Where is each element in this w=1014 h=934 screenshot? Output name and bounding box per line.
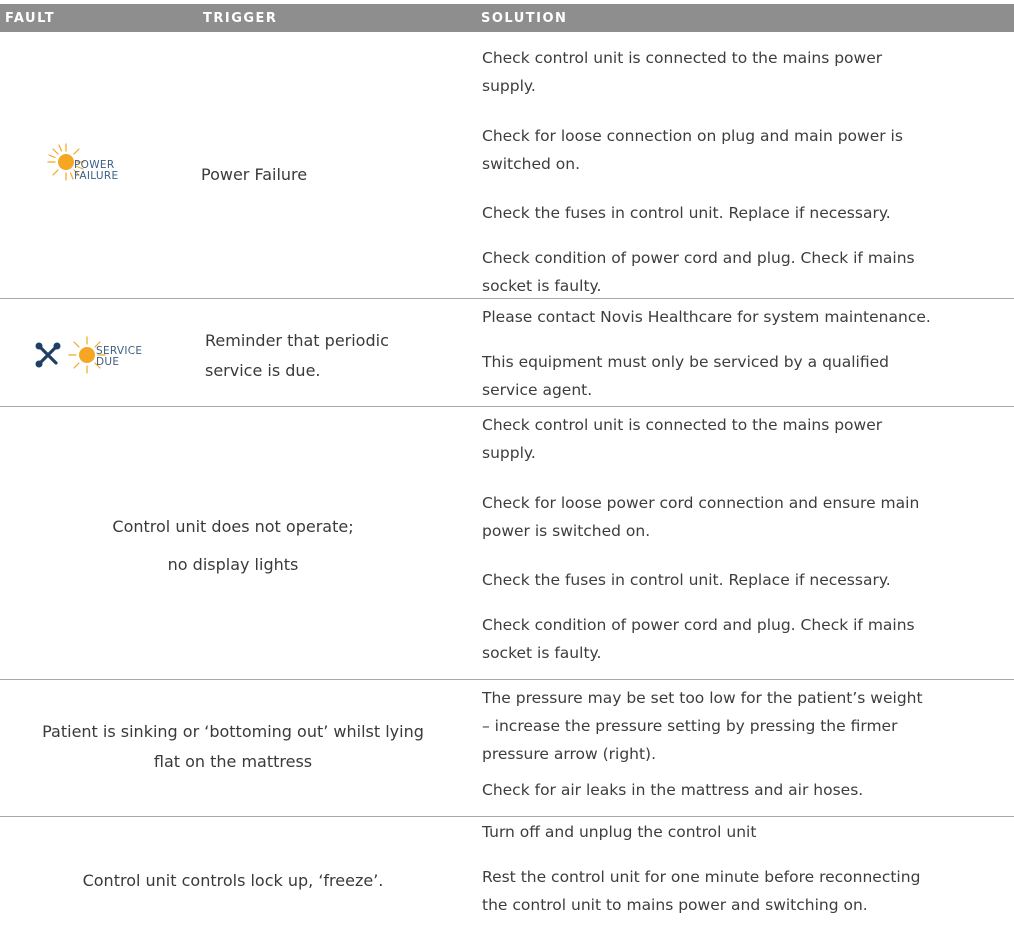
- solution-item: Check condition of power cord and plug. …: [482, 249, 915, 295]
- icon-label: POWER FAILURE: [74, 159, 119, 182]
- solution-item: Rest the control unit for one minute bef…: [482, 868, 921, 914]
- solution-item: The pressure may be set too low for the …: [482, 689, 923, 763]
- solution-item: Check the fuses in control unit. Replace…: [482, 571, 891, 589]
- solution-item: Please contact Novis Healthcare for syst…: [482, 308, 931, 326]
- trigger-text: Reminder that periodic service is due.: [205, 331, 389, 380]
- icon-label: SERVICE DUE: [96, 345, 143, 368]
- table-row: POWER FAILURE Power Failure Check contro…: [0, 32, 1014, 299]
- table-row: Patient is sinking or ‘bottoming out’ wh…: [0, 681, 1014, 817]
- solution-item: Check control unit is connected to the m…: [482, 49, 883, 95]
- solution-item: Check for loose connection on plug and m…: [482, 127, 903, 173]
- solution-item: Check for loose power cord connection an…: [482, 494, 920, 540]
- trigger-text: Power Failure: [201, 165, 308, 184]
- trigger-text: Patient is sinking or ‘bottoming out’ wh…: [42, 722, 424, 771]
- table-header: FAULT TRIGGER SOLUTION: [0, 4, 1014, 32]
- table-row: Control unit controls lock up, ‘freeze’.…: [0, 818, 1014, 934]
- solution-item: Check control unit is connected to the m…: [482, 416, 883, 462]
- solution-item: This equipment must only be serviced by …: [482, 353, 889, 399]
- solution-item: Check the fuses in control unit. Replace…: [482, 204, 891, 222]
- solution-item: Turn off and unplug the control unit: [482, 823, 757, 841]
- table-row: Control unit does not operate; no display…: [0, 408, 1014, 680]
- header-trigger: TRIGGER: [203, 11, 278, 26]
- trigger-text: Control unit does not operate; no display…: [112, 517, 354, 574]
- solution-item: Check condition of power cord and plug. …: [482, 616, 915, 662]
- header-fault: FAULT: [5, 11, 56, 26]
- wrench-screwdriver-icon: [35, 342, 61, 368]
- solution-item: Check for air leaks in the mattress and …: [482, 781, 864, 799]
- header-solution: SOLUTION: [481, 11, 568, 26]
- table-row: SERVICE DUE Reminder that periodic servic…: [0, 300, 1014, 407]
- trigger-text: Control unit controls lock up, ‘freeze’.: [82, 871, 384, 890]
